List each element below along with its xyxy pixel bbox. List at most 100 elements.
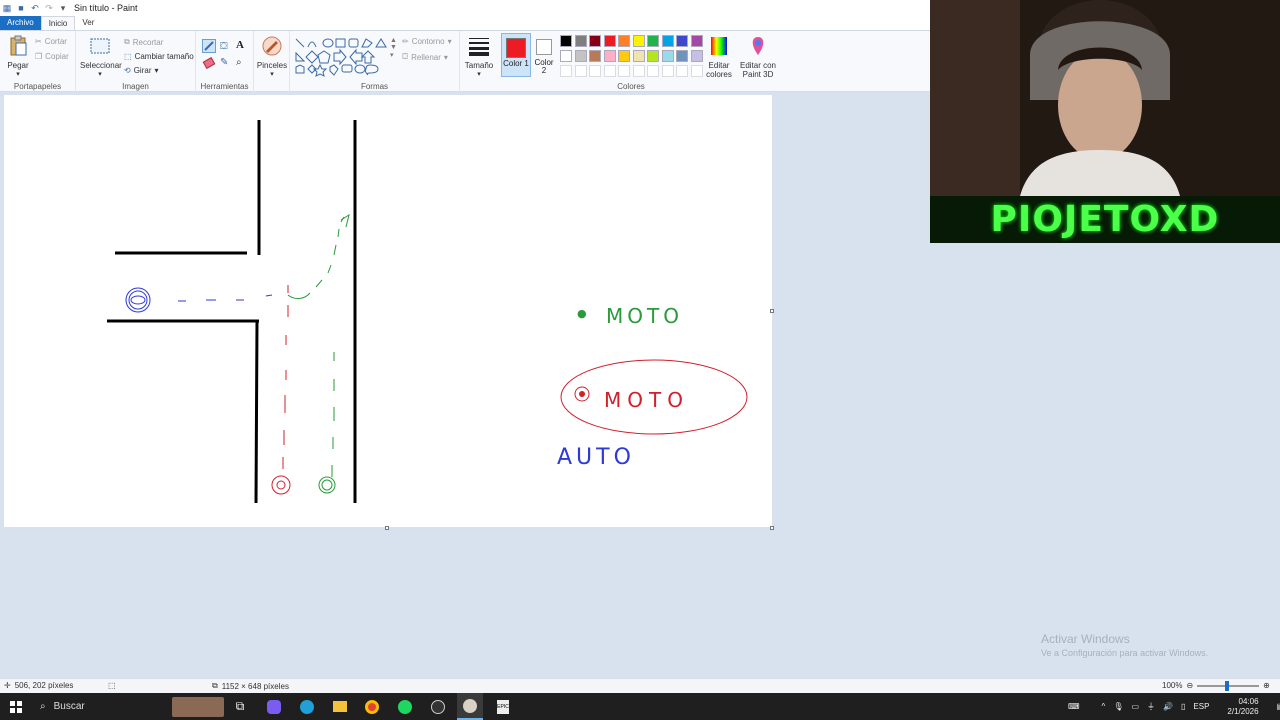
redo-icon[interactable]: ↷ bbox=[44, 3, 54, 13]
palette-swatch[interactable] bbox=[647, 35, 659, 47]
palette-swatch[interactable] bbox=[560, 50, 572, 62]
custom-color-slot[interactable] bbox=[589, 65, 601, 77]
cut-button[interactable]: ✂ Cortar bbox=[35, 37, 67, 46]
crop-button[interactable]: ⧉ Recortar bbox=[124, 37, 163, 47]
microphone-icon[interactable]: 🎙 bbox=[1113, 702, 1123, 711]
task-view-icon[interactable]: ⧉ bbox=[230, 693, 250, 720]
blue-car-marker-inner bbox=[128, 290, 148, 310]
fill-button[interactable]: ⛋ Rellenar ▾ bbox=[402, 52, 448, 62]
resize-button[interactable]: ⬚ Cambiar tamaño bbox=[124, 52, 194, 61]
palette-swatch[interactable] bbox=[603, 50, 616, 62]
palette-swatch[interactable] bbox=[618, 35, 630, 47]
palette-swatch[interactable] bbox=[676, 35, 688, 47]
image-group: Seleccionar ▾ ⧉ Recortar ⬚ Cambiar tamaño … bbox=[76, 31, 196, 93]
usb-icon[interactable]: ⏚ bbox=[1147, 701, 1155, 712]
network-icon[interactable]: ▭ bbox=[1131, 702, 1139, 711]
palette-swatch[interactable] bbox=[647, 50, 659, 62]
palette-swatch[interactable] bbox=[589, 35, 601, 47]
palette-swatch[interactable] bbox=[661, 35, 674, 47]
text-tool-icon[interactable]: A bbox=[236, 39, 244, 51]
color-picker-icon[interactable]: ✎ bbox=[220, 57, 228, 68]
customize-qat-icon[interactable]: ▾ bbox=[58, 3, 68, 13]
palette-swatch[interactable] bbox=[690, 35, 703, 47]
crop-label: Recortar bbox=[132, 37, 164, 47]
green-vertical-dashes bbox=[331, 352, 335, 477]
spotify-icon[interactable] bbox=[395, 693, 415, 720]
clock[interactable]: 04:06 2/1/2026 bbox=[1227, 697, 1258, 717]
canvas-resize-handle-corner[interactable] bbox=[770, 526, 774, 530]
shapes-gallery[interactable] bbox=[294, 37, 398, 77]
canvas-resize-handle-right[interactable] bbox=[770, 309, 774, 313]
palette-swatch[interactable] bbox=[603, 35, 616, 47]
copy-button[interactable]: ❐ Copiar bbox=[35, 52, 69, 61]
zoom-out-icon[interactable]: ⊖ bbox=[1186, 681, 1193, 690]
palette-swatch[interactable] bbox=[589, 50, 601, 62]
edit-colors-button[interactable]: Editar colores bbox=[704, 35, 734, 79]
palette-swatch[interactable] bbox=[632, 50, 645, 62]
palette-swatch[interactable] bbox=[690, 50, 703, 62]
tab-home[interactable]: Inicio bbox=[40, 16, 76, 30]
volume-icon[interactable]: 🔊 bbox=[1163, 702, 1173, 711]
edge-icon[interactable] bbox=[297, 693, 317, 720]
paint-taskbar-icon[interactable] bbox=[457, 693, 483, 720]
search-highlight-image[interactable] bbox=[170, 693, 226, 720]
system-tray: ⌨ ^ 🎙 ▭ ⏚ 🔊 ▯ ESP 04:06 2/1/2026 ▤ bbox=[1068, 693, 1280, 720]
palette-swatch[interactable] bbox=[574, 35, 587, 47]
shapes-scroll-icon[interactable]: ▲ ▼ ▾ bbox=[390, 37, 397, 59]
start-button[interactable] bbox=[0, 693, 32, 720]
keyboard-icon[interactable]: ⌨ bbox=[1068, 702, 1080, 711]
road-left-lower bbox=[254, 320, 259, 504]
zoom-slider[interactable] bbox=[1197, 680, 1260, 691]
save-icon[interactable]: ■ bbox=[16, 3, 26, 13]
canvas-resize-handle-bottom[interactable] bbox=[385, 526, 389, 530]
fill-bucket-icon[interactable]: ⛋ bbox=[220, 41, 228, 52]
palette-swatch[interactable] bbox=[618, 50, 630, 62]
custom-color-slot[interactable] bbox=[661, 65, 674, 77]
color2-button[interactable]: Color 2 bbox=[532, 33, 556, 77]
eraser-icon[interactable] bbox=[202, 57, 216, 69]
palette-swatch[interactable] bbox=[661, 50, 674, 62]
zoom-in-icon[interactable]: ⊕ bbox=[1263, 681, 1270, 690]
custom-color-slot[interactable] bbox=[676, 65, 688, 77]
battery-icon[interactable]: ▯ bbox=[1181, 702, 1185, 711]
brushes-button[interactable]: Pinceles ▾ bbox=[256, 35, 288, 78]
notifications-icon[interactable]: ▤ bbox=[1277, 702, 1280, 711]
obs-icon[interactable] bbox=[428, 693, 448, 720]
paste-button[interactable]: Pegar ▾ bbox=[4, 35, 32, 78]
size-button[interactable]: Tamaño ▾ bbox=[462, 35, 496, 78]
shapes-group: ▲ ▼ ▾ ✏ Contorno ▾ ⛋ Rellenar ▾ Formas bbox=[290, 31, 460, 93]
magnifier-icon[interactable]: ⌕ bbox=[236, 57, 242, 68]
drawing-canvas[interactable]: ● MOTO MOTO AUTO bbox=[4, 95, 772, 527]
tab-file[interactable]: Archivo bbox=[0, 16, 41, 30]
tray-overflow-icon[interactable]: ^ bbox=[1102, 702, 1106, 711]
zoom-slider-thumb[interactable] bbox=[1225, 680, 1230, 691]
copilot-icon[interactable] bbox=[264, 693, 284, 720]
color1-button[interactable]: Color 1 bbox=[501, 33, 531, 77]
undo-icon[interactable]: ↶ bbox=[30, 3, 40, 13]
custom-color-slot[interactable] bbox=[647, 65, 659, 77]
palette-swatch[interactable] bbox=[560, 35, 572, 47]
colors-group-label: Colores bbox=[617, 82, 645, 91]
taskbar-search[interactable]: ⌕ Buscar bbox=[32, 693, 168, 720]
custom-color-slot[interactable] bbox=[603, 65, 616, 77]
paint-app-icon: ▦ bbox=[2, 3, 12, 13]
palette-swatch[interactable] bbox=[632, 35, 645, 47]
file-explorer-icon[interactable] bbox=[330, 693, 350, 720]
pencil-tool[interactable] bbox=[202, 39, 216, 53]
custom-color-slot[interactable] bbox=[618, 65, 630, 77]
paint3d-button[interactable]: Editar con Paint 3D bbox=[738, 35, 778, 79]
chrome-icon[interactable] bbox=[362, 693, 382, 720]
outline-button[interactable]: ✏ Contorno ▾ bbox=[402, 37, 452, 46]
rotate-button[interactable]: ⟲ Girar ▾ bbox=[124, 66, 159, 75]
custom-color-slot[interactable] bbox=[574, 65, 587, 77]
custom-color-slot[interactable] bbox=[690, 65, 703, 77]
palette-swatch[interactable] bbox=[676, 50, 688, 62]
epic-games-icon[interactable]: EPIC bbox=[493, 693, 513, 720]
language-indicator[interactable]: ESP bbox=[1193, 702, 1209, 711]
custom-color-slot[interactable] bbox=[560, 65, 572, 77]
palette-swatch[interactable] bbox=[574, 50, 587, 62]
legend-blue-label: AUTO bbox=[557, 445, 635, 470]
custom-color-slot[interactable] bbox=[632, 65, 645, 77]
tab-view[interactable]: Ver bbox=[75, 16, 101, 30]
select-button[interactable]: Seleccionar ▾ bbox=[80, 35, 122, 78]
